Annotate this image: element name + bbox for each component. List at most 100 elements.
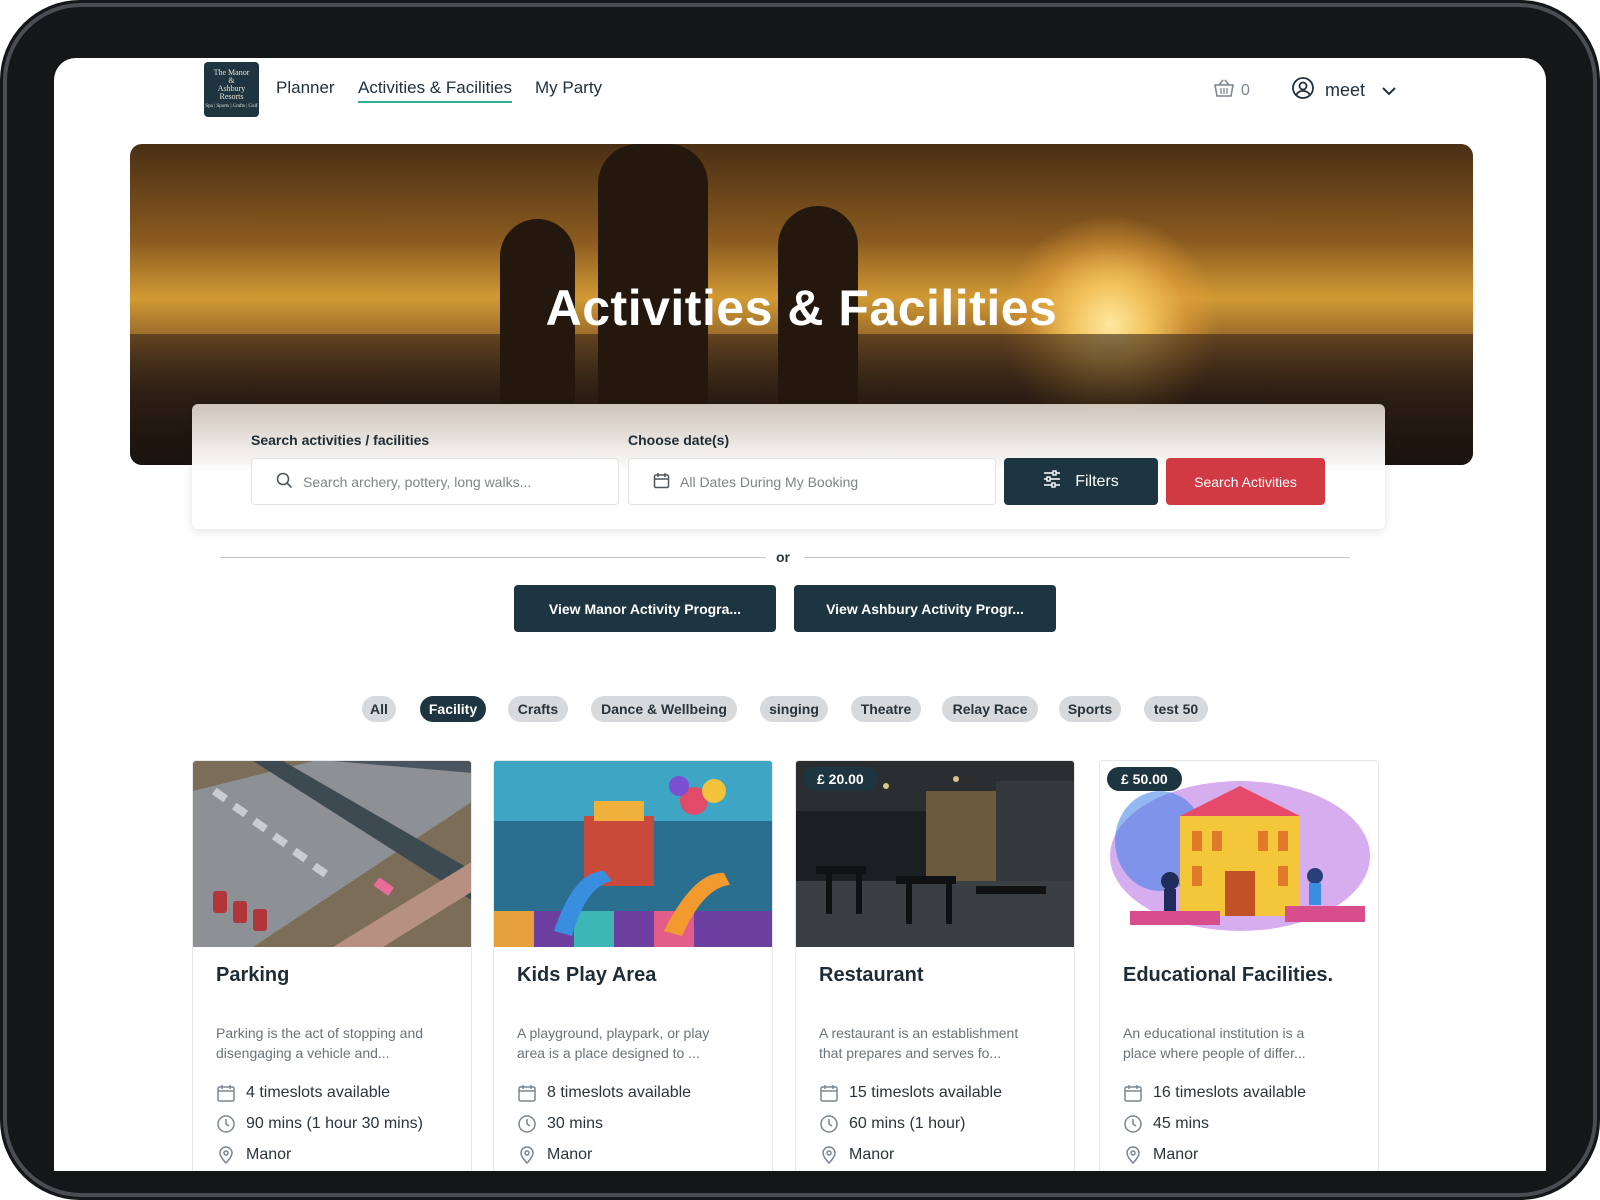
location-pin-icon <box>517 1145 537 1165</box>
user-name: meet <box>1325 80 1366 100</box>
divider-line-left <box>220 557 766 558</box>
logo-tagline: Spa | Sports | Crafts | Golf <box>205 104 258 109</box>
clock-icon <box>819 1114 839 1134</box>
activity-search-placeholder: Search archery, pottery, long walks... <box>303 473 532 490</box>
search-icon <box>276 472 293 492</box>
card-description-line: disengaging a vehicle and... <box>216 1045 390 1061</box>
card-description: Parking is the act of stopping and disen… <box>216 1023 456 1063</box>
date-picker-label: Choose date(s) <box>628 432 730 448</box>
pill-relay-race[interactable]: Relay Race <box>942 696 1038 722</box>
clock-icon <box>1123 1114 1143 1134</box>
location-pin-icon <box>1123 1145 1143 1165</box>
pill-dance-wellbeing[interactable]: Dance & Wellbeing <box>591 696 737 722</box>
card-timeslots: 16 timeslots available <box>1123 1083 1306 1103</box>
chevron-down-icon <box>1381 80 1397 101</box>
card-timeslots-text: 4 timeslots available <box>246 1084 391 1101</box>
card-description-line: An educational institution is a <box>1123 1025 1305 1041</box>
parking-image <box>193 761 471 947</box>
app-screen: The Manor & Ashbury Resorts Spa | Sports… <box>54 58 1546 1171</box>
pill-test-50[interactable]: test 50 <box>1144 696 1208 722</box>
pill-facility[interactable]: Facility <box>420 696 486 722</box>
top-navigation: The Manor & Ashbury Resorts Spa | Sports… <box>54 58 1546 146</box>
card-timeslots-text: 15 timeslots available <box>849 1084 1002 1101</box>
user-menu[interactable]: meet <box>1291 76 1397 105</box>
basket-count: 0 <box>1241 81 1250 99</box>
card-location-text: Manor <box>246 1146 292 1163</box>
calendar-icon <box>653 472 670 492</box>
card-duration: 45 mins <box>1123 1114 1209 1134</box>
location-pin-icon <box>216 1145 236 1165</box>
basket-icon <box>1213 78 1235 103</box>
view-ashbury-program-button[interactable]: View Ashbury Activity Progr... <box>794 585 1056 632</box>
clock-icon <box>216 1114 236 1134</box>
resort-logo[interactable]: The Manor & Ashbury Resorts Spa | Sports… <box>204 62 259 117</box>
basket-button[interactable]: 0 <box>1213 78 1250 103</box>
tablet-frame: The Manor & Ashbury Resorts Spa | Sports… <box>0 0 1600 1200</box>
card-title: Kids Play Area <box>517 964 657 986</box>
facility-card-educational-facilities[interactable]: £ 50.00 Educational Facilities. An educa… <box>1099 760 1379 1171</box>
pill-sports[interactable]: Sports <box>1059 696 1121 722</box>
card-location: Manor <box>216 1145 291 1165</box>
date-picker-field[interactable]: All Dates During My Booking <box>628 458 996 505</box>
calendar-icon <box>1123 1083 1143 1103</box>
facility-card-restaurant[interactable]: £ 20.00 Restaurant A restaurant is an es… <box>795 760 1075 1171</box>
card-duration: 60 mins (1 hour) <box>819 1114 966 1134</box>
card-location-text: Manor <box>547 1146 593 1163</box>
card-duration: 30 mins <box>517 1114 603 1134</box>
divider-or-text: or <box>776 549 790 565</box>
activity-search-input[interactable]: Search archery, pottery, long walks... <box>251 458 619 505</box>
card-title: Parking <box>216 964 290 986</box>
card-timeslots-text: 16 timeslots available <box>1153 1084 1306 1101</box>
card-location: Manor <box>1123 1145 1198 1165</box>
pill-singing[interactable]: singing <box>760 696 828 722</box>
card-timeslots: 4 timeslots available <box>216 1083 390 1103</box>
card-description-line: area is a place designed to ... <box>517 1045 700 1061</box>
user-avatar-icon <box>1291 76 1315 105</box>
restaurant-image: £ 20.00 <box>796 761 1074 947</box>
card-description-line: place where people of differ... <box>1123 1045 1306 1061</box>
price-badge: £ 50.00 <box>1107 767 1182 791</box>
card-description: A playground, playpark, or play area is … <box>517 1023 757 1063</box>
location-pin-icon <box>819 1145 839 1165</box>
calendar-icon <box>216 1083 236 1103</box>
logo-line: Resorts <box>219 92 244 101</box>
card-description-line: that prepares and serves fo... <box>819 1045 1002 1061</box>
card-title: Educational Facilities. <box>1123 964 1334 986</box>
card-duration-text: 90 mins (1 hour 30 mins) <box>246 1115 423 1132</box>
card-title: Restaurant <box>819 964 924 986</box>
card-timeslots: 8 timeslots available <box>517 1083 691 1103</box>
date-picker-value: All Dates During My Booking <box>680 473 859 490</box>
pill-crafts[interactable]: Crafts <box>508 696 568 722</box>
clock-icon <box>517 1114 537 1134</box>
filters-label: Filters <box>1075 472 1119 490</box>
search-panel: Search activities / facilities Choose da… <box>192 404 1385 529</box>
calendar-icon <box>517 1083 537 1103</box>
card-description: A restaurant is an establishment that pr… <box>819 1023 1059 1063</box>
search-activities-button[interactable]: Search Activities <box>1166 458 1325 505</box>
facility-card-parking[interactable]: Parking Parking is the act of stopping a… <box>192 760 472 1171</box>
facility-card-kids-play-area[interactable]: Kids Play Area A playground, playpark, o… <box>493 760 773 1171</box>
card-description-line: A restaurant is an establishment <box>819 1025 1019 1041</box>
sliders-icon <box>1043 470 1061 493</box>
card-location: Manor <box>819 1145 894 1165</box>
calendar-icon <box>819 1083 839 1103</box>
hero-title: Activities & Facilities <box>545 280 1058 336</box>
nav-link-activities-facilities[interactable]: Activities & Facilities <box>358 78 512 103</box>
view-manor-program-button[interactable]: View Manor Activity Progra... <box>514 585 776 632</box>
card-duration-text: 30 mins <box>547 1115 604 1132</box>
pill-theatre[interactable]: Theatre <box>851 696 921 722</box>
card-location-text: Manor <box>1153 1146 1199 1163</box>
card-description-line: A playground, playpark, or play <box>517 1025 710 1041</box>
filters-button[interactable]: Filters <box>1004 458 1158 505</box>
nav-link-my-party[interactable]: My Party <box>535 78 602 98</box>
card-duration-text: 60 mins (1 hour) <box>849 1115 966 1132</box>
kids-play-area-image <box>494 761 772 947</box>
card-timeslots: 15 timeslots available <box>819 1083 1002 1103</box>
nav-link-planner[interactable]: Planner <box>276 78 335 98</box>
card-duration-text: 45 mins <box>1153 1115 1210 1132</box>
category-filter-pills: All Facility Crafts Dance & Wellbeing si… <box>54 696 1546 726</box>
pill-all[interactable]: All <box>362 696 396 722</box>
card-description-line: Parking is the act of stopping and <box>216 1025 424 1041</box>
card-description: An educational institution is a place wh… <box>1123 1023 1363 1063</box>
price-badge: £ 20.00 <box>803 767 878 791</box>
